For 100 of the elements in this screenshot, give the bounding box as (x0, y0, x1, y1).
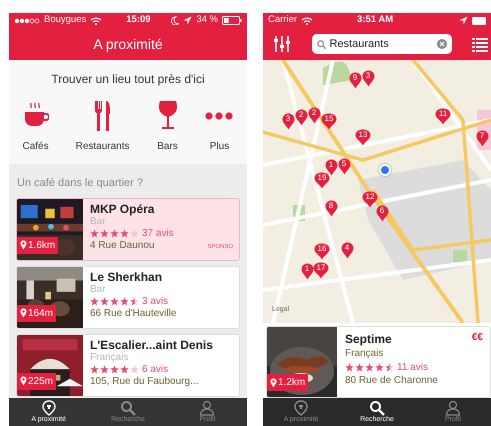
star-icon (130, 365, 139, 374)
review-count: 3 avis (142, 296, 168, 308)
star-icon (110, 365, 119, 374)
review-count: 6 avis (142, 364, 168, 376)
place-name: L'Escalier...aint Denis (90, 338, 213, 352)
place-address: 105, Rue du Faubourg... (90, 376, 198, 388)
location-arrow-icon (459, 16, 468, 25)
category-button[interactable]: Bars (156, 99, 178, 154)
map-pin[interactable]: 8 (324, 200, 338, 217)
map-pin[interactable]: 3 (282, 113, 294, 130)
place-category: Bar (90, 216, 106, 228)
search-icon (369, 400, 385, 416)
star-icon (120, 365, 129, 374)
star-icon (90, 297, 99, 306)
search-field[interactable]: Restaurants (312, 34, 452, 54)
map-pin[interactable]: 2 (308, 107, 320, 124)
clear-icon[interactable] (436, 39, 446, 49)
place-address: 66 Rue d'Hauteville (90, 308, 176, 320)
star-icon (365, 362, 374, 372)
star-icon (355, 362, 364, 372)
map-pin[interactable]: 1 (300, 263, 314, 280)
distance-text: 225m (28, 374, 54, 388)
filter-button[interactable] (273, 35, 291, 53)
map-pin[interactable]: 13 (355, 129, 371, 146)
star-icon (345, 362, 354, 372)
map-pin[interactable]: 1 (324, 159, 338, 176)
sliders-icon (273, 35, 291, 53)
map-pin[interactable]: 11 (435, 108, 451, 125)
category-button[interactable]: Restaurants (76, 99, 130, 154)
moon-icon (171, 16, 180, 25)
star-icon (120, 297, 129, 306)
star-icon (130, 229, 139, 238)
battery-icon (222, 16, 242, 25)
map-pin[interactable]: 19 (314, 172, 330, 189)
place-category: Bar (90, 284, 106, 296)
place-category: Français (345, 347, 384, 361)
profile-icon (445, 400, 461, 416)
map-pin[interactable]: 9 (348, 72, 362, 89)
pin-icon (270, 378, 277, 388)
map-pin[interactable]: 2 (294, 109, 308, 126)
prompt-text: Trouver un lieu tout près d'ici (50, 71, 206, 88)
carrier-name: Carrier (268, 13, 298, 28)
section-title: Un café dans le quartier ? (16, 176, 144, 191)
wifi-icon (301, 16, 314, 26)
star-icon (100, 229, 109, 238)
star-icon (120, 229, 129, 238)
battery-text: 34 % (196, 13, 218, 28)
place-card[interactable]: 164m Le Sherkhan Bar 3 avis 66 Rue d'Hauteville (16, 266, 240, 328)
review-count: 37 avis (142, 228, 174, 240)
place-name: MKP Opéra (90, 202, 154, 216)
map-pin[interactable]: 7 (476, 130, 488, 147)
star-icon (90, 365, 99, 374)
map-pin[interactable]: 15 (321, 113, 337, 130)
pin-icon (20, 308, 27, 318)
place-name: Le Sherkhan (90, 270, 162, 284)
location-arrow-icon (183, 16, 192, 25)
star-icon (110, 297, 119, 306)
map-pin[interactable]: 6 (376, 205, 388, 222)
place-category: Français (90, 352, 128, 364)
place-address: 4 Rue Daunou (90, 240, 154, 252)
list-view-button[interactable] (472, 36, 488, 52)
map-pin[interactable]: 5 (338, 158, 350, 175)
star-icon (375, 362, 384, 372)
place-address: 80 Rue de Charonne (345, 374, 438, 388)
distance-text: 164m (28, 306, 54, 320)
carrier-name: Bouygues (44, 13, 86, 28)
battery-icon (472, 16, 486, 24)
location-icon (293, 400, 309, 416)
map-pin[interactable]: 12 (362, 191, 378, 208)
place-card[interactable]: 225m L'Escalier...aint Denis Français 6 avis 105, Rue du Faubourg... (16, 334, 240, 396)
search-icon (120, 400, 136, 416)
star-icon (100, 297, 109, 306)
search-input[interactable]: Restaurants (330, 36, 430, 52)
category-button[interactable]: Cafés (22, 99, 49, 154)
signal-icon (14, 18, 40, 24)
profile-icon (199, 400, 216, 416)
list-icon (472, 36, 488, 52)
location-icon (40, 400, 57, 416)
star-icon (110, 229, 119, 238)
status-time: 3:51 AM (357, 13, 394, 28)
review-count: 11 avis (397, 360, 428, 374)
map-pin[interactable]: 3 (362, 70, 374, 87)
wifi-icon (90, 16, 102, 26)
category-button[interactable]: Plus (205, 99, 234, 154)
search-icon (316, 40, 326, 48)
status-time: 15:09 (126, 13, 151, 28)
map-pin[interactable]: 16 (314, 243, 330, 260)
price-level: €€ (472, 331, 483, 344)
pin-icon (20, 240, 27, 250)
screen-title: A proximité (93, 34, 163, 54)
place-card[interactable]: 1.2km Septime €€ Français 11 avis 80 Rue de Charonne (266, 326, 491, 398)
distance-text: 1.2km (278, 376, 306, 390)
star-icon (130, 297, 139, 306)
map-pin[interactable]: 17 (313, 262, 329, 279)
wine-glass-icon (156, 100, 178, 132)
pin-icon (20, 376, 27, 386)
map-pin[interactable]: 4 (340, 242, 354, 259)
star-icon (100, 365, 109, 374)
star-icon (385, 362, 394, 372)
distance-text: 1.6km (28, 238, 56, 252)
